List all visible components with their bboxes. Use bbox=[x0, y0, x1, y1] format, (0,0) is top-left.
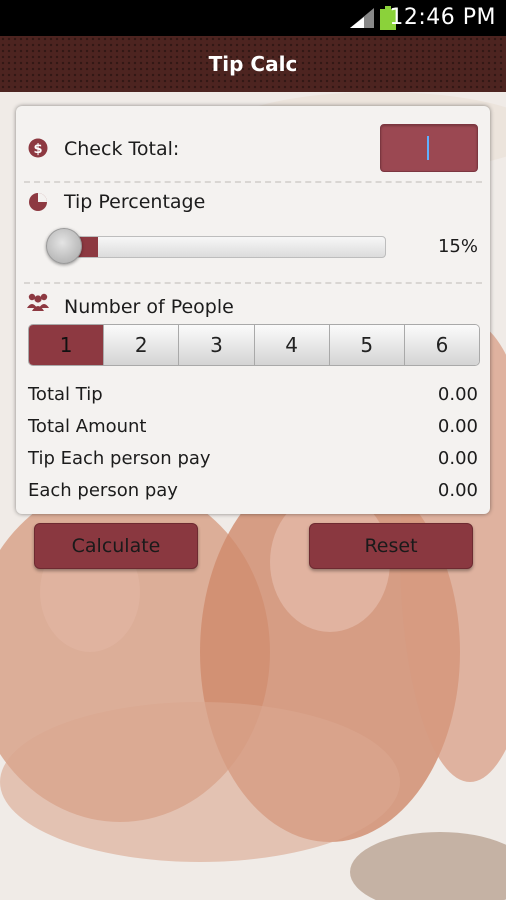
people-selector: 1 2 3 4 5 6 bbox=[28, 324, 480, 366]
check-total-input[interactable] bbox=[380, 124, 478, 172]
number-of-people-label: Number of People bbox=[64, 296, 234, 318]
people-option-5[interactable]: 5 bbox=[328, 325, 404, 365]
status-bar: 12:46 PM bbox=[0, 0, 506, 36]
dollar-coin-icon: $ bbox=[28, 138, 48, 158]
total-tip-value: 0.00 bbox=[437, 384, 478, 405]
reset-button[interactable]: Reset bbox=[309, 523, 473, 569]
app-title: Tip Calc bbox=[208, 52, 298, 76]
svg-text:$: $ bbox=[33, 142, 42, 157]
each-person-pay-value: 0.00 bbox=[437, 480, 478, 501]
tip-slider-track[interactable] bbox=[50, 236, 386, 258]
people-icon bbox=[27, 293, 49, 311]
people-option-2[interactable]: 2 bbox=[103, 325, 179, 365]
check-total-label: Check Total: bbox=[64, 138, 180, 160]
people-option-4[interactable]: 4 bbox=[253, 325, 329, 365]
signal-icon bbox=[350, 8, 374, 28]
total-amount-label: Total Amount bbox=[28, 416, 147, 437]
tip-each-person-value: 0.00 bbox=[437, 448, 478, 469]
pie-chart-icon bbox=[29, 193, 47, 211]
divider bbox=[24, 181, 482, 183]
tip-each-person-label: Tip Each person pay bbox=[28, 448, 211, 469]
people-option-1[interactable]: 1 bbox=[29, 325, 104, 365]
divider bbox=[24, 282, 482, 284]
people-option-3[interactable]: 3 bbox=[178, 325, 254, 365]
total-tip-label: Total Tip bbox=[28, 384, 103, 405]
tip-percentage-label: Tip Percentage bbox=[64, 191, 206, 213]
each-person-pay-label: Each person pay bbox=[28, 480, 178, 501]
people-option-6[interactable]: 6 bbox=[403, 325, 479, 365]
tip-percentage-value: 15% bbox=[437, 236, 478, 257]
calculate-button[interactable]: Calculate bbox=[34, 523, 198, 569]
total-amount-value: 0.00 bbox=[437, 416, 478, 437]
text-cursor bbox=[427, 136, 429, 160]
calculator-card: $ Check Total: Tip Percentage 15% Number… bbox=[16, 106, 490, 514]
tip-slider-thumb[interactable] bbox=[46, 228, 82, 264]
title-bar: Tip Calc bbox=[0, 36, 506, 92]
status-time: 12:46 PM bbox=[389, 5, 496, 30]
